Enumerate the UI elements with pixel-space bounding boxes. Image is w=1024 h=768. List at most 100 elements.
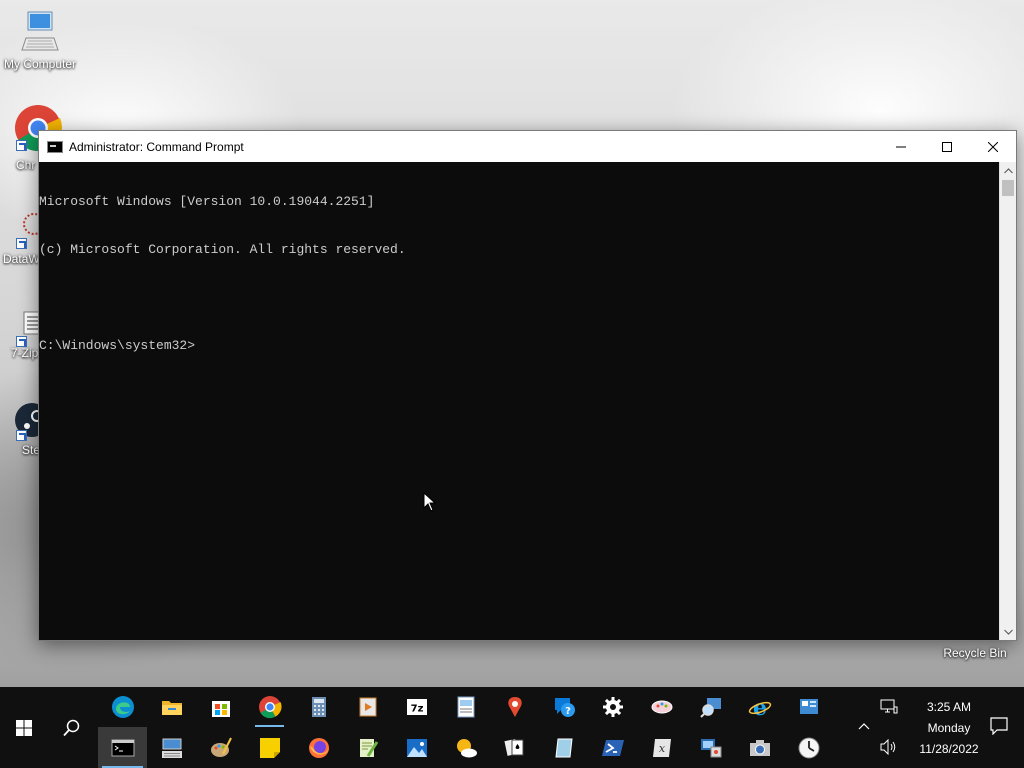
calculator-icon <box>311 697 326 717</box>
svg-text:?: ? <box>565 706 571 717</box>
scroll-thumb[interactable] <box>1002 180 1014 196</box>
maps-icon <box>507 697 522 717</box>
taskbar-photos[interactable] <box>392 727 441 768</box>
notification-icon <box>990 717 1008 736</box>
powershell-icon <box>601 739 624 756</box>
volume-icon <box>880 738 896 756</box>
desktop-icon-label: Recycle Bin <box>943 646 1007 660</box>
taskbar-keyboard[interactable] <box>147 727 196 768</box>
math-input-icon: x <box>652 738 671 757</box>
taskbar-file-explorer[interactable] <box>147 687 196 727</box>
taskbar-wordpad[interactable] <box>441 687 490 727</box>
solitaire-icon <box>503 738 523 756</box>
scroll-down-button[interactable] <box>1000 623 1016 640</box>
network-icon <box>880 699 898 714</box>
chevron-up-icon <box>1003 167 1013 173</box>
show-hidden-icons-button[interactable] <box>858 719 870 733</box>
taskbar-clock-app[interactable] <box>784 727 833 768</box>
title-bar[interactable]: Administrator: Command Prompt <box>39 131 1016 162</box>
close-button[interactable] <box>970 131 1016 162</box>
desktop-icon-my-computer[interactable]: My Computer <box>0 10 80 71</box>
network-computer-icon <box>700 738 721 757</box>
taskbar-sticky-notes[interactable] <box>245 727 294 768</box>
taskbar-paint3d[interactable] <box>637 687 686 727</box>
taskbar-chrome[interactable] <box>245 687 294 727</box>
taskbar-internet-explorer[interactable]: e <box>735 687 784 727</box>
taskbar: 7z ? e x 3:25 AM Monday 11/28/2022 <box>0 687 1024 768</box>
computer-icon <box>21 11 59 51</box>
shortcut-arrow-icon <box>16 336 27 347</box>
store-icon <box>211 701 230 717</box>
taskbar-maps[interactable] <box>490 687 539 727</box>
maximize-icon <box>942 141 952 152</box>
clock-icon <box>798 737 819 758</box>
notepadpp-icon <box>359 738 378 757</box>
taskbar-control-panel[interactable] <box>784 687 833 727</box>
edge-icon <box>111 696 134 718</box>
sticky-notes-icon <box>259 737 280 758</box>
taskbar-camera[interactable] <box>735 727 784 768</box>
chrome-icon <box>258 696 282 719</box>
taskbar-paint[interactable] <box>196 727 245 768</box>
taskbar-firefox[interactable] <box>294 727 343 768</box>
media-player-icon <box>359 697 376 717</box>
taskbar-weather[interactable] <box>441 727 490 768</box>
taskbar-settings[interactable] <box>588 687 637 727</box>
magnifier-icon <box>699 698 721 718</box>
camera-icon <box>749 739 770 756</box>
svg-text:7z: 7z <box>410 704 423 715</box>
keyboard-icon <box>161 738 182 758</box>
taskbar-mixed-reality[interactable] <box>539 727 588 768</box>
maximize-button[interactable] <box>924 131 970 162</box>
taskbar-media-player[interactable] <box>343 687 392 727</box>
console-line: (c) Microsoft Corporation. All rights re… <box>39 242 406 257</box>
start-button[interactable] <box>0 687 48 768</box>
vertical-scrollbar[interactable] <box>999 162 1016 640</box>
shortcut-arrow-icon <box>16 430 27 441</box>
taskbar-store[interactable] <box>196 687 245 727</box>
shortcut-arrow-icon <box>16 238 27 249</box>
paint-icon <box>210 737 232 757</box>
desktop-icon-recycle-bin[interactable]: Recycle Bin <box>930 646 1020 660</box>
command-prompt-icon <box>111 739 134 756</box>
minimize-icon <box>896 146 906 147</box>
taskbar-math-input[interactable]: x <box>637 727 686 768</box>
minimize-button[interactable] <box>878 131 924 162</box>
scroll-up-button[interactable] <box>1000 162 1016 179</box>
taskbar-magnifier[interactable] <box>686 687 735 727</box>
console-output[interactable]: Microsoft Windows [Version 10.0.19044.22… <box>39 162 999 640</box>
svg-text:x: x <box>658 742 665 755</box>
taskbar-solitaire[interactable] <box>490 727 539 768</box>
file-explorer-icon <box>161 701 182 715</box>
search-icon <box>63 719 80 736</box>
system-tray: 3:25 AM Monday 11/28/2022 <box>844 687 1024 768</box>
mixed-reality-icon <box>554 738 573 757</box>
mouse-pointer-icon <box>423 492 437 512</box>
taskbar-clock[interactable]: 3:25 AM Monday 11/28/2022 <box>908 697 990 760</box>
clock-day: Monday <box>927 721 971 735</box>
taskbar-notepadpp[interactable] <box>343 727 392 768</box>
window-title: Administrator: Command Prompt <box>69 139 244 154</box>
clock-date: 11/28/2022 <box>919 742 979 756</box>
taskbar-command-prompt[interactable] <box>98 727 147 768</box>
weather-icon <box>456 738 477 757</box>
taskbar-calculator[interactable] <box>294 687 343 727</box>
volume-button[interactable] <box>880 738 898 758</box>
network-button[interactable] <box>880 699 898 718</box>
command-prompt-icon <box>47 140 63 153</box>
taskbar-get-help[interactable]: ? <box>539 687 588 727</box>
settings-icon <box>602 697 623 717</box>
taskbar-edge[interactable] <box>98 687 147 727</box>
taskbar-powershell[interactable] <box>588 727 637 768</box>
taskbar-7zip[interactable]: 7z <box>392 687 441 727</box>
taskbar-network-computer[interactable] <box>686 727 735 768</box>
action-center-button[interactable] <box>990 717 1008 738</box>
command-prompt-window[interactable]: Administrator: Command Prompt Microsoft … <box>38 130 1017 641</box>
search-button[interactable] <box>48 687 96 768</box>
taskbar-apps: 7z ? e x <box>98 687 828 768</box>
clock-time: 3:25 AM <box>926 700 972 714</box>
photos-icon <box>406 738 427 757</box>
7zip-icon: 7z <box>406 699 427 715</box>
shortcut-arrow-icon <box>16 140 27 151</box>
